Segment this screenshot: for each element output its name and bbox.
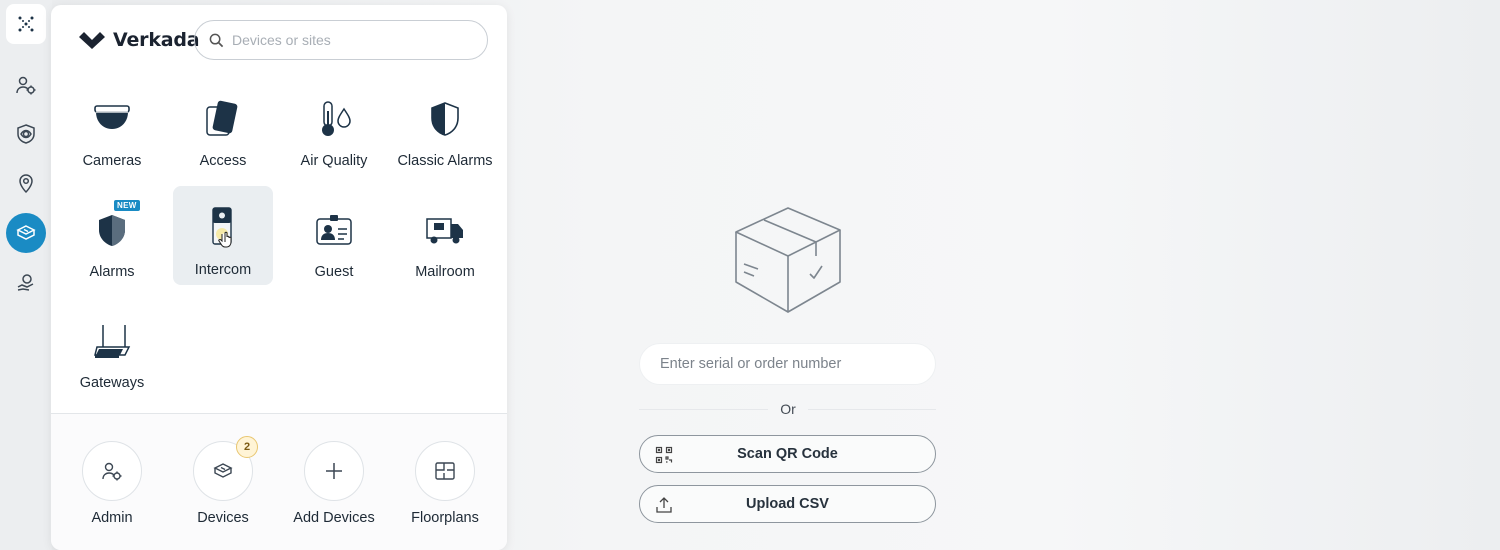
package-box-icon <box>730 204 846 321</box>
app-label: Mailroom <box>415 264 475 280</box>
app-guest[interactable]: Guest <box>284 202 384 302</box>
upload-icon <box>654 495 674 515</box>
scan-qr-label: Scan QR Code <box>737 446 838 462</box>
divider <box>51 413 507 414</box>
quick-action-devices[interactable]: 2 Devices <box>168 436 278 541</box>
serial-number-input[interactable] <box>639 343 936 385</box>
quick-action-admin[interactable]: Admin <box>57 441 167 541</box>
app-label: Cameras <box>82 153 142 169</box>
brand-name: Verkada <box>113 29 200 51</box>
app-alarms[interactable]: NEW Alarms <box>62 200 162 302</box>
devices-icon: 2 <box>193 436 258 501</box>
gateway-icon <box>88 317 136 365</box>
devices-count-badge: 2 <box>236 436 258 458</box>
app-air-quality[interactable]: Air Quality <box>284 91 384 191</box>
app-gateways[interactable]: Gateways <box>62 313 162 413</box>
classic-alarms-icon <box>421 95 469 143</box>
rail-devices-icon[interactable] <box>6 213 46 253</box>
upload-csv-label: Upload CSV <box>746 496 829 512</box>
app-launcher-panel: Verkada Cameras Access Air Quality Class… <box>51 5 507 550</box>
search-icon <box>209 33 224 47</box>
quick-action-label: Floorplans <box>411 510 479 526</box>
rail-security-icon[interactable] <box>6 114 46 154</box>
app-classic-alarms[interactable]: Classic Alarms <box>395 91 495 191</box>
app-label: Gateways <box>79 375 145 391</box>
app-cameras[interactable]: Cameras <box>62 91 162 191</box>
mail-truck-icon <box>421 206 469 254</box>
floorplan-icon <box>415 441 475 501</box>
app-label: Guest <box>314 264 354 280</box>
quick-action-add-devices[interactable]: Add Devices <box>279 441 389 541</box>
or-text: Or <box>768 401 808 417</box>
guest-badge-icon <box>310 206 358 254</box>
left-rail <box>0 0 52 550</box>
intercom-icon <box>199 205 247 253</box>
search-box[interactable] <box>194 20 488 60</box>
app-label: Intercom <box>194 262 252 278</box>
app-label: Alarms <box>89 264 135 280</box>
upload-csv-button[interactable]: Upload CSV <box>639 485 936 523</box>
verkada-logo-icon <box>79 32 105 49</box>
plus-icon <box>304 441 364 501</box>
verkada-logo[interactable]: Verkada <box>79 29 200 51</box>
quick-action-floorplans[interactable]: Floorplans <box>390 441 500 541</box>
scan-qr-code-button[interactable]: Scan QR Code <box>639 435 936 473</box>
access-card-icon <box>199 95 247 143</box>
app-access[interactable]: Access <box>173 91 273 191</box>
camera-icon <box>88 95 136 143</box>
air-quality-icon <box>310 95 358 143</box>
app-label: Air Quality <box>300 153 368 169</box>
quick-action-label: Admin <box>91 510 133 526</box>
alarms-shield-icon: NEW <box>88 200 140 254</box>
app-label: Classic Alarms <box>397 153 493 169</box>
app-intercom[interactable]: Intercom <box>173 186 273 285</box>
rail-location-icon[interactable] <box>6 163 46 203</box>
rail-support-icon[interactable] <box>6 262 46 302</box>
search-input[interactable] <box>232 32 462 48</box>
new-badge: NEW <box>114 200 140 211</box>
app-mailroom[interactable]: Mailroom <box>395 202 495 302</box>
quick-action-label: Add Devices <box>293 510 375 526</box>
qr-code-icon <box>654 445 674 465</box>
quick-action-label: Devices <box>197 510 249 526</box>
admin-gear-icon <box>82 441 142 501</box>
rail-admin-icon[interactable] <box>6 65 46 105</box>
app-launcher-icon[interactable] <box>6 4 46 44</box>
app-label: Access <box>199 153 247 169</box>
